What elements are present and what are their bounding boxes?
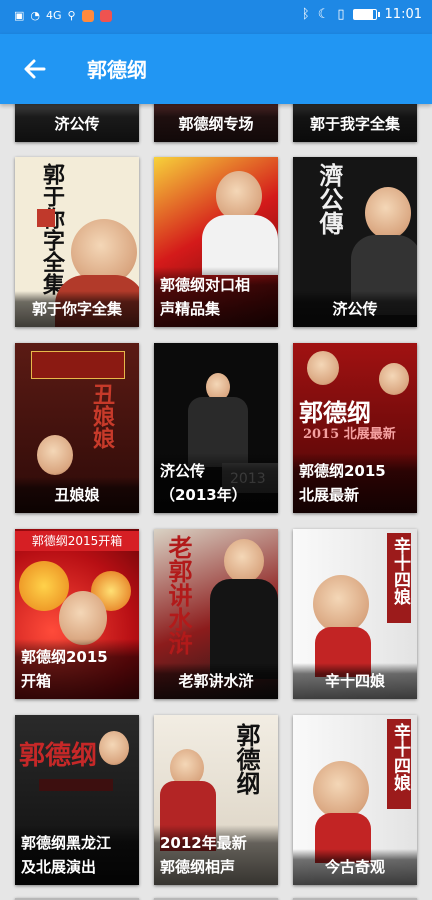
performer-face bbox=[59, 591, 107, 645]
app-notification-icon bbox=[81, 9, 94, 22]
album-title: 济公传 bbox=[293, 291, 417, 327]
battery-icon bbox=[352, 9, 380, 20]
status-right: ᛒ ☾ ▯ 11:01 bbox=[302, 7, 422, 22]
performer-face bbox=[365, 187, 411, 239]
album-card-heilongjiang[interactable]: 郭德纲 郭德纲黑龙江 及北展演出 bbox=[15, 715, 139, 885]
album-title: 郭德纲2015 开箱 bbox=[15, 639, 139, 699]
cartoon-face bbox=[313, 575, 369, 633]
album-card-shuihu[interactable]: 老郭讲水浒 老郭讲水浒 bbox=[154, 529, 278, 699]
album-title: 郭德纲2015 北展最新 bbox=[293, 453, 417, 513]
back-button[interactable] bbox=[20, 56, 48, 84]
status-bar: ▣ ◔ 4G ⚲ ᛒ ☾ ▯ 11:01 bbox=[0, 0, 432, 34]
cover-calligraphy: 郭德纲 bbox=[232, 723, 261, 795]
album-card-duikou-xiangsheng[interactable]: 郭德纲对口相 声精品集 bbox=[154, 157, 278, 327]
album-card-jingu-qiguan[interactable]: 辛十四娘 今古奇观 bbox=[293, 715, 417, 885]
album-card-guoyu-wozi[interactable]: 郭于我字全集 bbox=[293, 104, 417, 142]
vibrate-icon: ▯ bbox=[337, 7, 345, 22]
nfc-icon: ▣ bbox=[14, 9, 25, 22]
album-title: 郭德纲黑龙江 及北展演出 bbox=[15, 825, 139, 885]
cartoon-face-2 bbox=[379, 363, 409, 395]
cartoon-face bbox=[313, 761, 369, 819]
album-title: 今古奇观 bbox=[293, 849, 417, 885]
album-title: 济公传 （2013年） bbox=[154, 453, 278, 513]
cover-subtitle: 2015 北展最新 bbox=[303, 427, 396, 442]
cover-calligraphy: 郭德纲 bbox=[19, 741, 98, 771]
album-card-jigongzhuan[interactable]: 濟公傳 济公传 bbox=[293, 157, 417, 327]
album-title: 老郭讲水浒 bbox=[154, 663, 278, 699]
cover-calligraphy: 辛十四娘 bbox=[390, 723, 410, 791]
battery-level bbox=[353, 10, 374, 19]
mail-notification-icon bbox=[99, 9, 112, 22]
cartoon-face bbox=[307, 351, 339, 385]
album-title: 郭于我字全集 bbox=[293, 106, 417, 142]
album-title: 郭德纲对口相 声精品集 bbox=[154, 267, 278, 327]
album-card-kaixiang-2015[interactable]: 郭德纲2015开箱 郭德纲2015 开箱 bbox=[15, 529, 139, 699]
cover-calligraphy: 辛十四娘 bbox=[390, 537, 410, 605]
album-card-chouniangniang[interactable]: 丑娘娘 丑娘娘 bbox=[15, 343, 139, 513]
cover-calligraphy: 丑娘娘 bbox=[89, 383, 115, 449]
cover-calligraphy: 濟公傳 bbox=[315, 163, 344, 235]
bluetooth-icon: ᛒ bbox=[301, 7, 310, 22]
performer-face bbox=[99, 731, 129, 765]
album-title: 丑娘娘 bbox=[15, 477, 139, 513]
album-title: 郭于你字全集 bbox=[15, 291, 139, 327]
performer-face bbox=[216, 171, 262, 221]
album-title: 辛十四娘 bbox=[293, 663, 417, 699]
do-not-disturb-icon: ☾ bbox=[317, 7, 330, 22]
cover-banner: 郭德纲2015开箱 bbox=[15, 531, 139, 551]
cover-calligraphy: 老郭讲水浒 bbox=[164, 535, 193, 655]
album-title: 2012年最新 郭德纲相声 bbox=[154, 825, 278, 885]
page-title: 郭德纲 bbox=[87, 58, 147, 82]
arrow-left-icon bbox=[24, 59, 46, 79]
album-card-guoyu-nizi[interactable]: 郭于你字全集 郭于你字全集 bbox=[15, 157, 139, 327]
album-card-xinshisiniang[interactable]: 辛十四娘 辛十四娘 bbox=[293, 529, 417, 699]
app-bar: 郭德纲 bbox=[0, 34, 432, 104]
album-card-2012-xiangsheng[interactable]: 郭德纲 2012年最新 郭德纲相声 bbox=[154, 715, 278, 885]
usb-icon: ⚲ bbox=[67, 9, 76, 22]
album-title: 郭德纲专场 bbox=[154, 106, 278, 142]
network-type-label: 4G bbox=[46, 9, 62, 22]
performer-body bbox=[202, 215, 278, 275]
album-card-beizhan-2015[interactable]: 郭德纲 2015 北展最新 郭德纲2015 北展最新 bbox=[293, 343, 417, 513]
cover-calligraphy: 郭于你字全集 bbox=[39, 163, 65, 295]
clock: 11:01 bbox=[384, 7, 422, 22]
album-card-jigongzhuan-2013[interactable]: 2013 济公传 （2013年） bbox=[154, 343, 278, 513]
wifi-icon: ◔ bbox=[30, 9, 41, 22]
performer-face bbox=[37, 435, 73, 475]
album-card-guodegang-special[interactable]: 郭德纲专场 bbox=[154, 104, 278, 142]
album-grid: 济公传 郭德纲专场 郭于我字全集 郭于你字全集 郭于你字全集 郭德纲对口相 声精… bbox=[0, 104, 432, 900]
album-title: 济公传 bbox=[15, 106, 139, 142]
cover-banner bbox=[31, 351, 125, 379]
album-card-jigongzhuan-top[interactable]: 济公传 bbox=[15, 104, 139, 142]
red-seal bbox=[37, 209, 55, 227]
performer-face bbox=[224, 539, 264, 583]
cover-subtitle-bar bbox=[39, 779, 113, 791]
status-left: ▣ ◔ 4G ⚲ bbox=[14, 9, 112, 22]
